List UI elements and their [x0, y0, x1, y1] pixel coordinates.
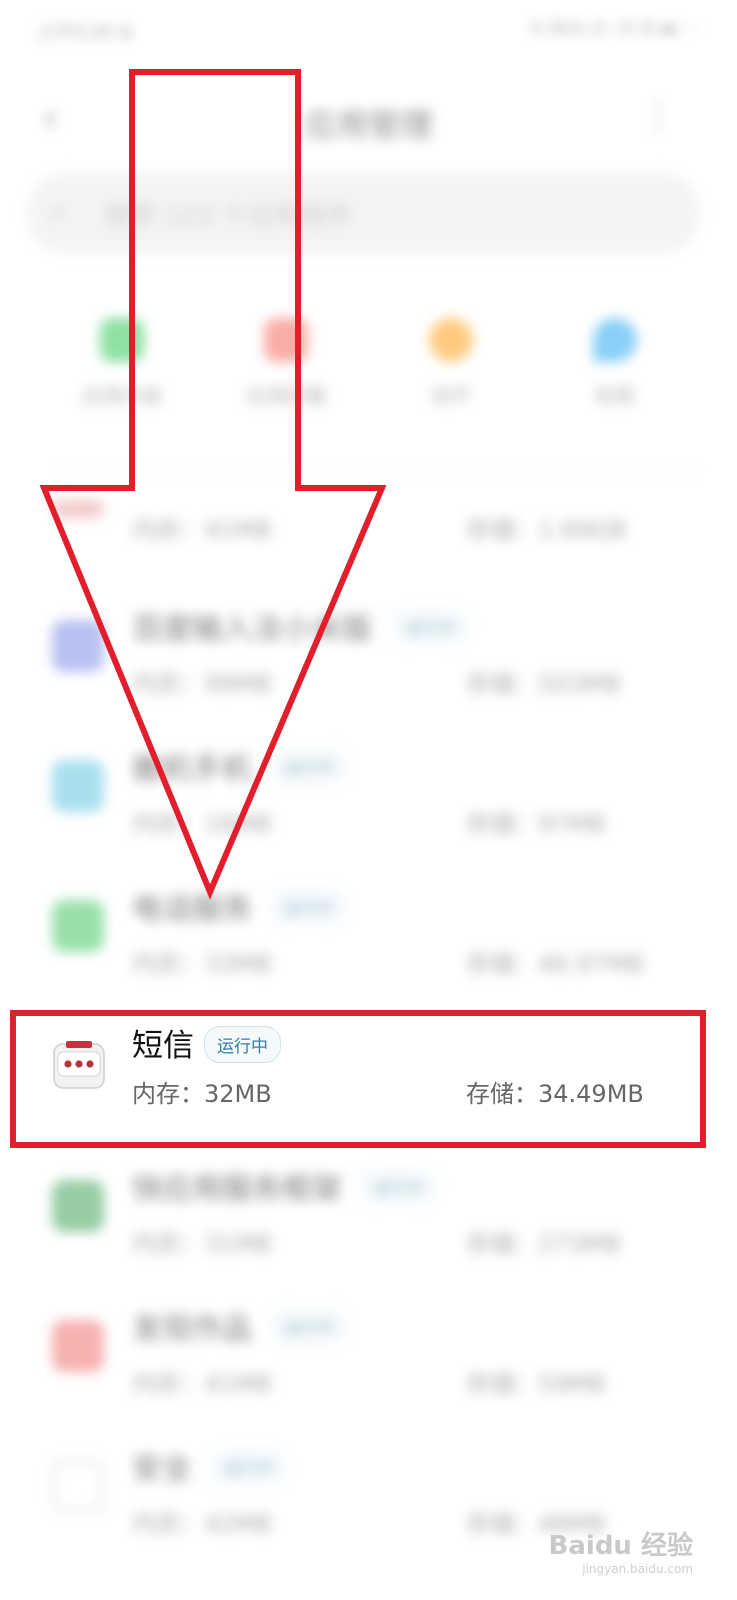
quick-action-permissions[interactable]: 权限: [545, 318, 685, 428]
search-icon: ⌕: [50, 194, 67, 229]
quick-action-label: 双开: [430, 384, 471, 408]
quick-action-dual-apps[interactable]: 双开: [381, 318, 521, 428]
list-item[interactable]: 快应用服务框架 运行中 内存：31MB 存储：273MB: [0, 1150, 737, 1290]
status-badge: 运行中: [360, 1168, 437, 1205]
app-name: 发现作品: [132, 1312, 252, 1347]
status-badge: 运行中: [270, 888, 347, 925]
list-item[interactable]: 内存：41MB 存储：1.69GB: [0, 470, 737, 610]
permissions-icon: [592, 318, 637, 362]
app-icon: [52, 1180, 104, 1232]
memory-usage: 内存：16MB: [132, 810, 272, 838]
status-time: 上午9:26 ⊕: [36, 22, 134, 43]
upgrade-icon: [100, 318, 145, 362]
memory-usage: 内存：33MB: [132, 950, 272, 978]
page-title: 应用管理: [304, 106, 433, 144]
dual-apps-icon: [428, 318, 473, 362]
watermark: Baidu 经验 jingyan.baidu.com: [549, 1525, 693, 1576]
status-icons: 4.3K/s ⊘ .ıll ◔ ▬ ⋯: [530, 18, 701, 39]
memory-usage: 内存：41MB: [132, 516, 272, 544]
annotation-highlight-box: [10, 1010, 706, 1148]
quick-actions: 应用升级 应用卸载 双开 权限: [40, 318, 697, 428]
quick-action-label: 权限: [594, 384, 635, 408]
memory-usage: 内存：99MB: [132, 670, 272, 698]
app-icon: [52, 900, 104, 952]
app-name: 百度输入法小米版: [132, 612, 372, 647]
status-bar: 上午9:26 ⊕ 4.3K/s ⊘ .ıll ◔ ▬ ⋯: [36, 18, 701, 48]
app-icon: [52, 500, 104, 518]
app-icon: [52, 1320, 104, 1372]
app-icon: [52, 760, 104, 812]
list-item[interactable]: 发现作品 运行中 内存：41MB 存储：59MB: [0, 1290, 737, 1430]
watermark-text: Baidu 经验: [548, 1531, 693, 1561]
more-options-icon[interactable]: ⋮: [641, 96, 675, 136]
app-name: 快应用服务框架: [132, 1172, 342, 1207]
memory-usage: 内存：41MB: [132, 1370, 272, 1398]
storage-usage: 存储：46.97MB: [466, 950, 644, 978]
status-badge: 运行中: [270, 748, 347, 785]
app-icon: [52, 1460, 104, 1512]
list-item[interactable]: 百度输入法小米版 运行中 内存：99MB 存储：503MB: [0, 590, 737, 730]
status-badge: 运行中: [210, 1448, 287, 1485]
search-input[interactable]: 搜索 123 个应用程序: [104, 196, 352, 233]
storage-usage: 存储：273MB: [466, 1230, 621, 1258]
storage-usage: 存储：97MB: [466, 810, 606, 838]
quick-action-label: 应用升级: [82, 384, 163, 408]
memory-usage: 内存：31MB: [132, 1230, 272, 1258]
app-name: 搬机手机: [132, 752, 252, 787]
app-name: 安全: [132, 1452, 192, 1487]
status-badge: 运行中: [270, 1308, 347, 1345]
quick-action-upgrade[interactable]: 应用升级: [52, 318, 192, 428]
quick-action-label: 应用卸载: [246, 384, 327, 408]
list-item[interactable]: 搬机手机 运行中 内存：16MB 存储：97MB: [0, 730, 737, 870]
list-item[interactable]: 电话服务 运行中 内存：33MB 存储：46.97MB: [0, 870, 737, 1010]
watermark-url: jingyan.baidu.com: [582, 1562, 693, 1576]
app-icon: [52, 620, 104, 672]
search-bar[interactable]: ⌕ 搜索 123 个应用程序: [26, 172, 701, 254]
memory-usage: 内存：42MB: [132, 1510, 272, 1538]
quick-action-uninstall[interactable]: 应用卸载: [216, 318, 356, 428]
storage-usage: 存储：503MB: [466, 670, 621, 698]
storage-usage: 存储：59MB: [466, 1370, 606, 1398]
app-name: 电话服务: [132, 892, 252, 927]
storage-usage: 存储：1.69GB: [466, 516, 627, 544]
status-badge: 运行中: [392, 608, 469, 645]
uninstall-icon: [264, 318, 309, 362]
